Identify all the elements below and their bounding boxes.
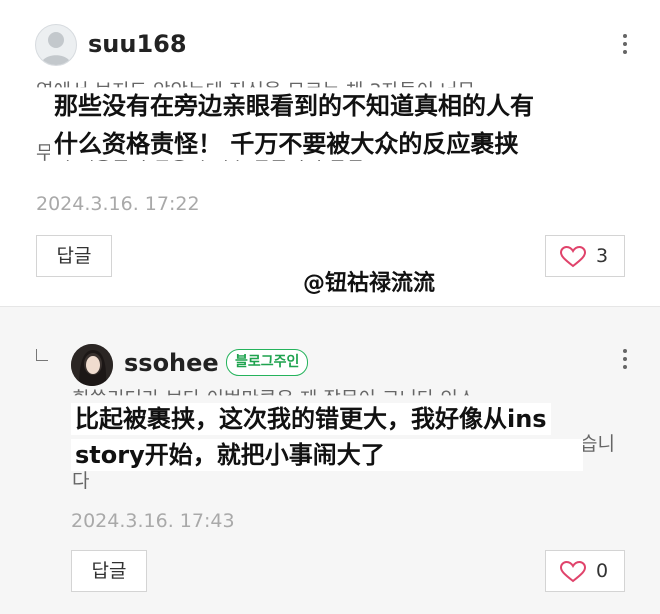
profile-avatar[interactable] — [71, 344, 113, 386]
like-button[interactable]: 3 — [545, 235, 625, 277]
reply-button[interactable]: 답글 — [36, 235, 112, 277]
username[interactable]: ssohee — [124, 349, 219, 377]
comment-text-line: 습니 — [580, 433, 615, 455]
username[interactable]: suu168 — [88, 30, 187, 58]
translation-caption: 比起被裹挟，这次我的错更大，我好像从ins — [71, 403, 551, 435]
heart-icon — [560, 561, 586, 583]
reply-arrow-icon — [36, 349, 48, 361]
comment-date: 2024.3.16. 17:22 — [36, 193, 200, 215]
heart-icon — [560, 246, 586, 268]
watermark: @钮祜禄流流 — [303, 271, 436, 296]
like-button[interactable]: 0 — [545, 550, 625, 592]
blog-owner-badge: 블로그주인 — [226, 349, 309, 376]
comment-date: 2024.3.16. 17:43 — [71, 510, 235, 532]
reply-button[interactable]: 답글 — [71, 550, 147, 592]
translation-caption: story开始，就把小事闹大了 — [71, 439, 583, 471]
like-count: 0 — [596, 560, 609, 582]
more-options-icon[interactable] — [622, 349, 628, 373]
like-count: 3 — [596, 245, 609, 267]
more-options-icon[interactable] — [622, 34, 628, 58]
reply-item: ssohee 블로그주인 휘쓸리더라 보다 이번만큼은 제 잘못이 크니다 인스… — [0, 306, 660, 614]
default-avatar-icon[interactable] — [35, 24, 77, 66]
translation-caption: 那些没有在旁边亲眼看到的不知道真相的人有 — [50, 90, 538, 122]
translation-caption: 什么资格责怪！ 千万不要被大众的反应裹挟 — [50, 128, 523, 160]
comment-item: suu168 옆에서 보지도 않았는데 진심을 모르는 채 3자들이 너무 무니… — [0, 0, 660, 306]
